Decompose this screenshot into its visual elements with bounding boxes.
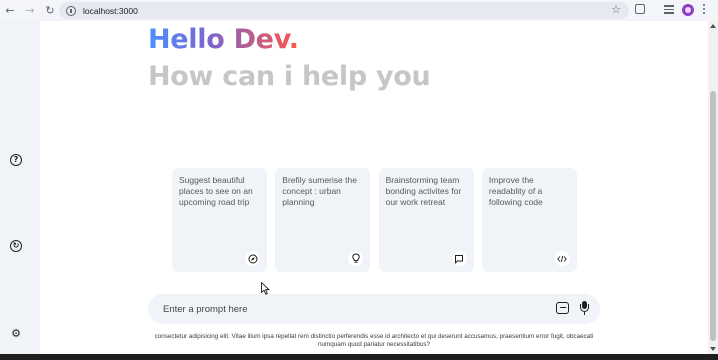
mic-icon[interactable] [580,301,589,316]
suggestion-card[interactable]: Brefily sumerise the concept : urban pla… [275,168,371,272]
suggestion-cards: Suggest beautiful places to see on an up… [172,168,585,272]
url-text[interactable]: localhost:3000 [83,6,138,16]
forward-arrow-icon[interactable]: → [23,4,37,18]
card-text: Brefily sumerise the concept : urban pla… [282,175,357,207]
window-bottom-edge [0,354,718,360]
scrollbar[interactable] [708,21,718,354]
card-text: Improve the readablity of a following co… [488,175,543,207]
prompt-input[interactable] [163,300,543,318]
scroll-down-arrow-icon[interactable] [710,347,716,351]
card-text: Brainstorming team bonding activites for… [385,175,462,207]
compass-icon [245,251,260,266]
message-icon [451,251,467,266]
suggestion-card[interactable]: Brainstorming team bonding activites for… [378,168,474,272]
extensions-icon[interactable] [635,4,645,14]
main-content: Hello Dev. How can i help you Suggest be… [40,21,708,354]
card-text: Suggest beautiful places to see on an up… [179,175,253,207]
media-controls-icon[interactable] [664,5,674,14]
menu-dots-icon[interactable] [703,4,706,16]
greeting-subtitle: How can i help you [148,61,431,92]
suggestion-card[interactable]: Suggest beautiful places to see on an up… [172,168,267,272]
bulb-icon [348,251,364,266]
scroll-thumb[interactable] [710,91,716,341]
disclaimer-text: consectetur adipisicing elit. Vitae illu… [154,333,594,348]
greeting-title: Hello Dev. [148,24,299,55]
history-icon[interactable]: ↻ [10,240,22,252]
address-bar[interactable]: localhost:3000 ☆ [59,2,629,19]
prompt-bar [148,294,600,324]
settings-icon[interactable]: ⚙ [10,327,22,339]
suggestion-card[interactable]: Improve the readablity of a following co… [481,168,577,272]
gallery-icon[interactable] [556,302,569,314]
reload-icon[interactable]: ↻ [43,4,57,18]
sidebar: ? ↻ ⚙ [0,21,40,354]
browser-toolbar: ← → ↻ localhost:3000 ☆ [0,0,718,21]
code-icon [554,251,570,266]
back-arrow-icon[interactable]: ← [3,4,17,18]
bookmark-star-icon[interactable]: ☆ [611,3,621,16]
site-info-icon[interactable] [66,5,76,16]
scroll-up-arrow-icon[interactable] [710,24,716,28]
help-icon[interactable]: ? [10,154,22,166]
profile-avatar[interactable] [682,4,694,16]
